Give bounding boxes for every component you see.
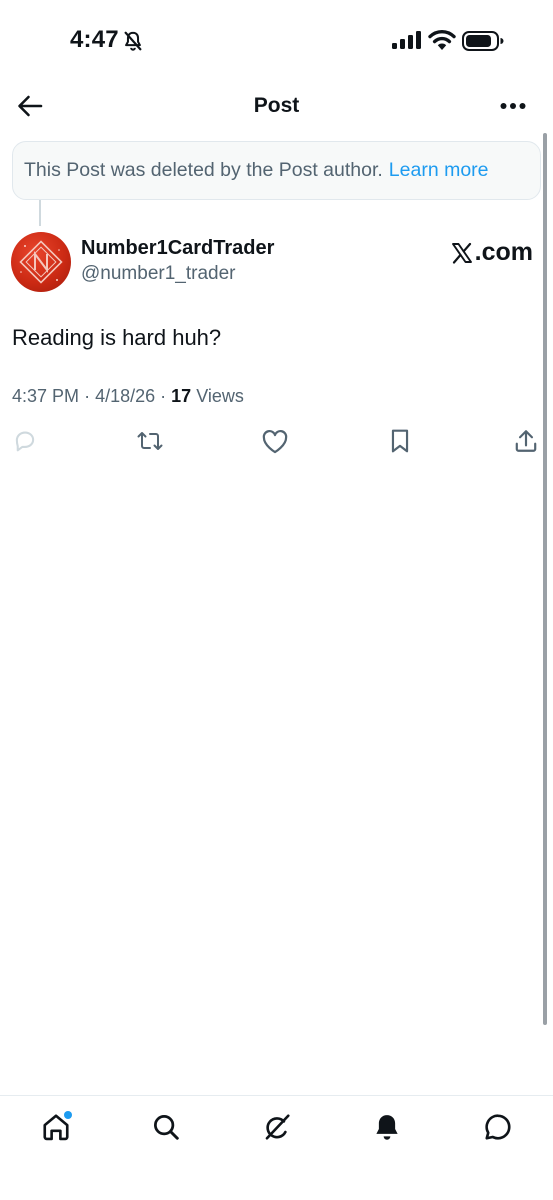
- tab-notifications[interactable]: [370, 1110, 404, 1144]
- share-button[interactable]: [511, 426, 541, 456]
- home-notification-dot: [64, 1111, 72, 1119]
- x-com-badge-text: .com: [474, 238, 533, 266]
- post-date: 4/18/26: [95, 386, 156, 406]
- reply-icon: [15, 431, 35, 452]
- post-text: Reading is hard huh?: [12, 325, 222, 350]
- bookmark-button[interactable]: [385, 426, 415, 456]
- meta-separator: ·: [84, 386, 91, 406]
- like-icon: [262, 429, 288, 454]
- tab-grok[interactable]: [260, 1110, 294, 1144]
- views-label[interactable]: Views: [196, 386, 244, 406]
- meta-separator: ·: [160, 386, 167, 406]
- status-bar: 4:47: [0, 0, 553, 80]
- notifications-icon: [376, 1115, 398, 1140]
- cellular-signal-icon: [392, 31, 421, 49]
- x-com-badge: .com: [451, 238, 533, 267]
- search-icon: [154, 1115, 179, 1140]
- repost-icon: [137, 432, 163, 450]
- thread-connector-line: [39, 200, 41, 226]
- bookmark-icon: [391, 429, 409, 453]
- status-time: 4:47: [70, 26, 119, 53]
- more-options-button[interactable]: [495, 92, 531, 120]
- reply-button[interactable]: [10, 426, 40, 456]
- tab-home[interactable]: [39, 1110, 73, 1144]
- views-count[interactable]: 17: [171, 386, 191, 406]
- bell-slash-icon: [124, 31, 142, 51]
- top-nav-bar: Post: [0, 80, 553, 132]
- deleted-post-notice: This Post was deleted by the Post author…: [12, 141, 541, 200]
- share-icon: [515, 430, 537, 452]
- x-logo-icon: [451, 242, 472, 264]
- grok-icon: [265, 1114, 290, 1140]
- post-detail-screen: 4:47 Post This Post was deleted by the P…: [0, 0, 553, 1200]
- page-title: Post: [253, 94, 300, 117]
- like-button[interactable]: [260, 426, 290, 456]
- repost-button[interactable]: [135, 426, 165, 456]
- author-display-name[interactable]: Number1CardTrader: [81, 237, 274, 260]
- battery-icon: [462, 31, 504, 51]
- author-handle[interactable]: @number1_trader: [81, 263, 235, 285]
- post-metadata: 4:37 PM · 4/18/26 · 17 Views: [12, 386, 244, 407]
- tab-messages[interactable]: [481, 1110, 515, 1144]
- avatar[interactable]: [11, 232, 71, 292]
- scrollbar[interactable]: [543, 133, 547, 1025]
- more-horizontal-icon: [500, 103, 526, 109]
- messages-icon: [485, 1114, 511, 1140]
- post-time: 4:37 PM: [12, 386, 80, 406]
- bottom-tab-bar: [0, 1095, 553, 1200]
- learn-more-link[interactable]: Learn more: [389, 159, 489, 182]
- tab-search[interactable]: [149, 1110, 183, 1144]
- deleted-notice-text: This Post was deleted by the Post author…: [24, 159, 383, 181]
- avatar-logo-icon: [19, 240, 63, 284]
- wifi-icon: [428, 29, 456, 50]
